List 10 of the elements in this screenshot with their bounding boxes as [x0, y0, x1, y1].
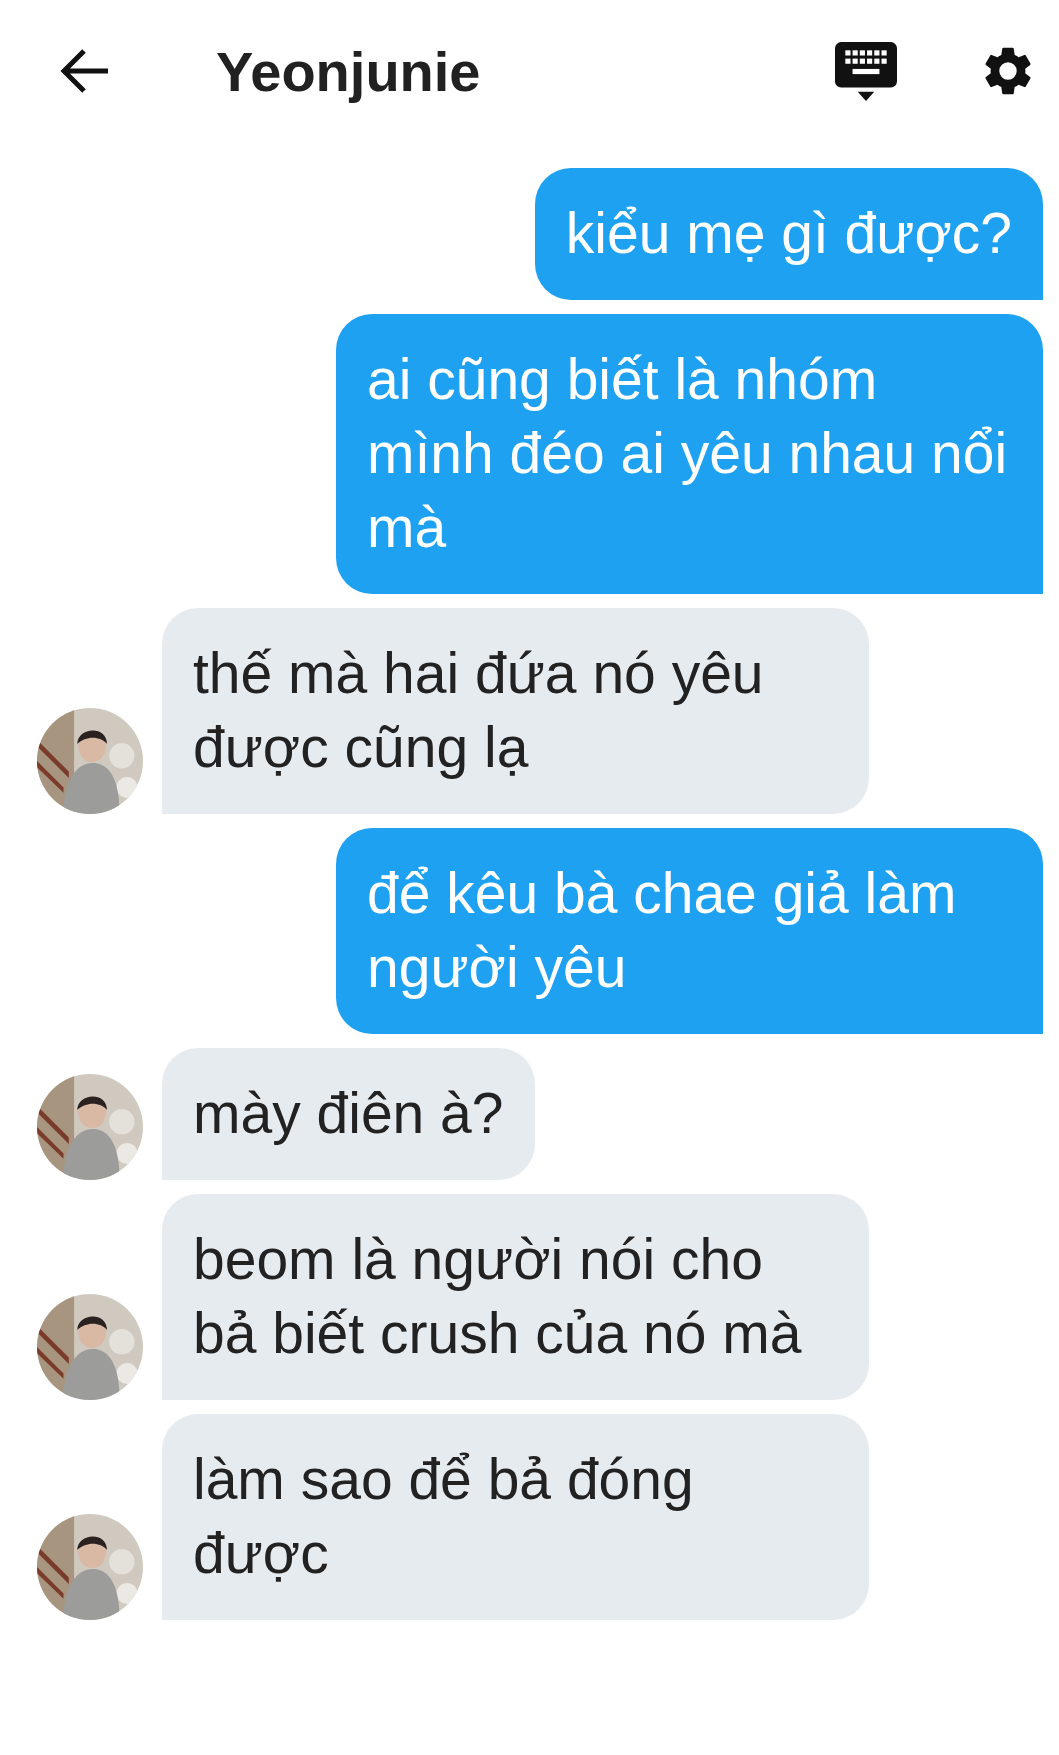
- received-message: làm sao để bả đóng được: [162, 1414, 869, 1620]
- sent-message: để kêu bà chae giả làm người yêu: [336, 828, 1043, 1034]
- sent-message: kiểu mẹ gì được?: [534, 168, 1043, 300]
- chat-title: Yeonjunie: [216, 38, 482, 104]
- keyboard-icon[interactable]: [835, 40, 897, 102]
- sent-message: ai cũng biết là nhóm mình đéo ai yêu nhau nổi mà: [336, 314, 1043, 594]
- received-message: thế mà hai đứa nó yêu được cũng lạ: [162, 608, 869, 814]
- received-message: beom là người nói cho bả biết crush của nó mà: [162, 1194, 869, 1400]
- back-arrow-icon[interactable]: [58, 47, 110, 95]
- received-message: mày điên à?: [162, 1048, 535, 1180]
